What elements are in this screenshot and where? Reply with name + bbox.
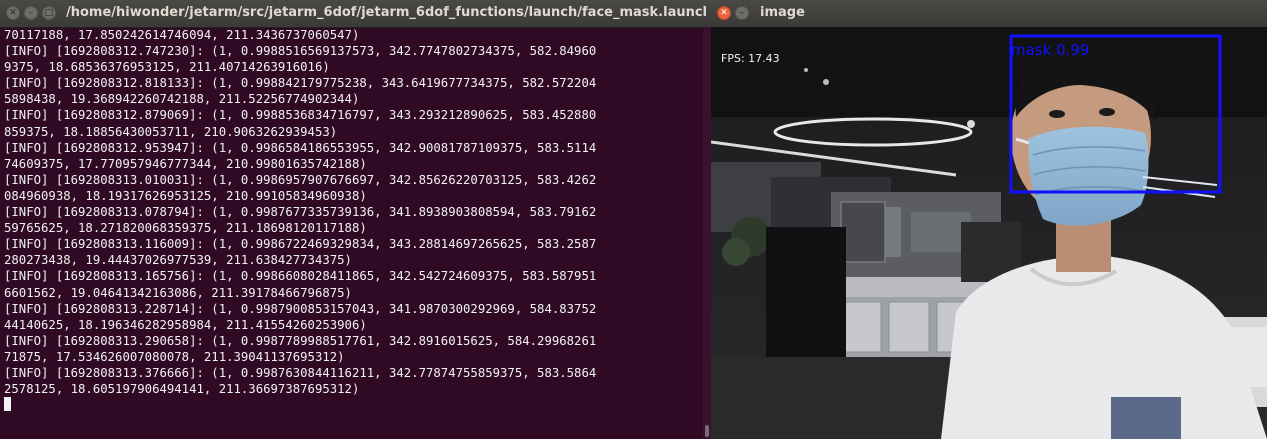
scrollbar-thumb[interactable] (705, 425, 709, 437)
terminal-line: 44140625, 18.196346282958984, 211.415542… (4, 317, 367, 332)
terminal-line: [INFO] [1692808312.818133]: (1, 0.998842… (4, 76, 597, 91)
terminal-line: 9375, 18.68536376953125, 211.40714263916… (4, 60, 330, 75)
image-window-title: image (760, 5, 805, 20)
camera-scene (711, 27, 1267, 439)
image-window: ✕ – image FPS: 17.43 mask 0.99 (711, 0, 1267, 439)
terminal-title: /home/hiwonder/jetarm/src/jetarm_6dof/je… (66, 5, 706, 20)
terminal-line: 859375, 18.18856430053711, 210.906326293… (4, 124, 338, 139)
minimize-icon: – (739, 8, 745, 18)
close-icon: ✕ (720, 8, 728, 18)
terminal-minimize-button[interactable]: – (24, 6, 38, 20)
image-titlebar[interactable]: ✕ – image (711, 0, 1267, 28)
terminal-line: [INFO] [1692808313.376666]: (1, 0.998763… (4, 365, 597, 380)
terminal-line: 6601562, 19.04641342163086, 211.39178466… (4, 285, 352, 300)
terminal-output[interactable]: 70117188, 17.850242614746094, 211.343673… (0, 27, 703, 439)
terminal-log: 70117188, 17.850242614746094, 211.343673… (0, 27, 703, 413)
terminal-line: [INFO] [1692808313.010031]: (1, 0.998695… (4, 172, 597, 187)
terminal-line: [INFO] [1692808313.290658]: (1, 0.998778… (4, 333, 597, 348)
terminal-line: 280273438, 19.44437026977539, 211.638427… (4, 253, 352, 268)
terminal-window: ✕ – □ /home/hiwonder/jetarm/src/jetarm_6… (0, 0, 711, 439)
terminal-line: [INFO] [1692808313.078794]: (1, 0.998767… (4, 205, 597, 220)
terminal-line: [INFO] [1692808312.879069]: (1, 0.998853… (4, 108, 597, 123)
detection-label: mask 0.99 (1011, 41, 1090, 59)
terminal-line: [INFO] [1692808313.228714]: (1, 0.998790… (4, 301, 597, 316)
terminal-line: 70117188, 17.850242614746094, 211.343673… (4, 28, 360, 42)
terminal-line: [INFO] [1692808313.116009]: (1, 0.998672… (4, 237, 597, 252)
terminal-cursor (4, 397, 11, 412)
terminal-line: 084960938, 18.19317626953125, 210.991058… (4, 188, 367, 203)
terminal-line: [INFO] [1692808313.165756]: (1, 0.998660… (4, 269, 597, 284)
terminal-line: 2578125, 18.605197906494141, 211.3669738… (4, 382, 360, 397)
terminal-titlebar[interactable]: ✕ – □ /home/hiwonder/jetarm/src/jetarm_6… (0, 0, 711, 28)
maximize-icon: □ (44, 8, 54, 18)
terminal-line: 5898438, 19.368942260742188, 211.5225677… (4, 92, 360, 107)
terminal-line: 71875, 17.534626007080078, 211.390411376… (4, 349, 345, 364)
terminal-line: 74609375, 17.770957946777344, 210.998016… (4, 156, 367, 171)
terminal-close-button[interactable]: ✕ (6, 6, 20, 20)
terminal-line: 59765625, 18.271820068359375, 211.186981… (4, 221, 367, 236)
close-icon: ✕ (9, 8, 17, 18)
terminal-line: [INFO] [1692808312.747230]: (1, 0.998851… (4, 44, 597, 59)
minimize-icon: – (28, 8, 34, 18)
terminal-maximize-button[interactable]: □ (42, 6, 56, 20)
fps-readout: FPS: 17.43 (721, 52, 780, 65)
terminal-scrollbar[interactable] (703, 27, 711, 439)
image-close-button[interactable]: ✕ (717, 6, 731, 20)
camera-feed: FPS: 17.43 mask 0.99 (711, 27, 1267, 439)
image-minimize-button[interactable]: – (735, 6, 749, 20)
terminal-line: [INFO] [1692808312.953947]: (1, 0.998658… (4, 140, 597, 155)
